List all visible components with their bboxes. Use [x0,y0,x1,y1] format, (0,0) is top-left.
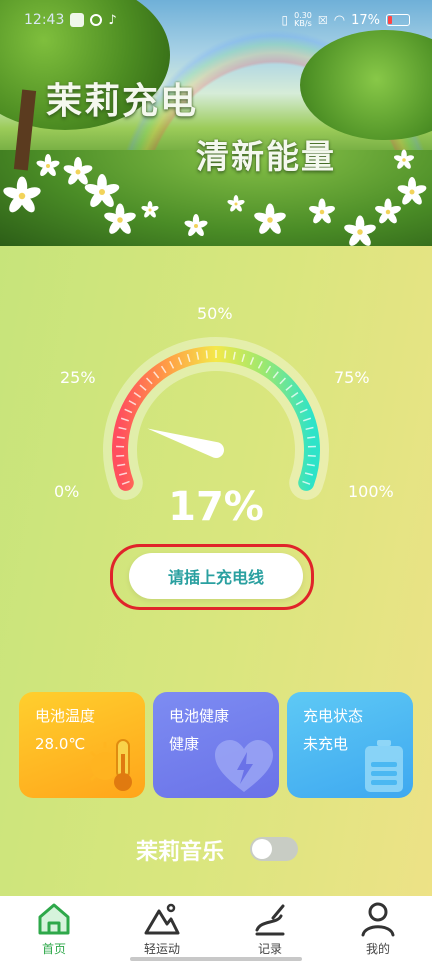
home-indicator [130,957,302,961]
signal-icon [90,14,103,26]
card-title: 电池温度 [35,707,96,725]
pen-record-icon [255,904,285,936]
gauge-label-25: 25% [60,368,96,387]
battery-percent: 17% [168,484,264,530]
nav-label: 首页 [41,942,66,956]
card-charging-status[interactable]: 充电状态 未充电 [287,692,413,798]
gauge-tick [224,350,227,359]
gauge-label-50: 50% [197,304,233,323]
status-left: 12:43 ♪ [24,12,117,28]
battery-icon [386,14,410,26]
nav-label: 我的 [365,942,390,956]
gauge-label-75: 75% [334,368,370,387]
net-speed-unit: KB/s [294,19,312,28]
user-icon [361,902,395,937]
card-title: 充电状态 [303,707,364,725]
wifi-icon: ◠ [333,12,346,28]
music-label: 茉莉音乐 [136,840,225,865]
nav-item-light-exercise[interactable]: 轻运动 [122,900,202,957]
bottom-navigation: 首页 轻运动 记录 我的 [0,896,432,964]
home-icon [38,903,70,935]
mountain-icon [144,903,180,935]
card-battery-health[interactable]: 电池健康 健康 [153,692,279,798]
notification-icon [70,13,85,27]
card-title: 电池健康 [169,707,230,725]
gauge-arc [112,346,320,491]
banner-title: 茉莉充电 [46,81,199,122]
music-toggle-knob [252,839,272,859]
status-time: 12:43 [24,12,65,28]
status-bar: 12:43 ♪ ▯ 0.30 KB/s ☒ ◠ 17% [0,0,432,40]
nav-label: 轻运动 [143,942,180,956]
status-right: ▯ 0.30 KB/s ☒ ◠ 17% [281,12,410,28]
gauge-tick [205,350,208,359]
battery-icon [365,740,403,792]
gauge-needle [147,428,224,458]
music-toggle[interactable] [250,837,298,861]
gauge-tick [116,436,125,439]
net-speed: 0.30 KB/s [294,12,312,28]
nav-label: 记录 [257,942,282,956]
highlight-annotation [110,544,314,610]
nav-item-records[interactable]: 记录 [230,900,310,957]
nav-item-home[interactable]: 首页 [14,900,94,957]
battery-text: 17% [351,12,380,28]
card-battery-temperature[interactable]: 电池温度 28.0℃ [19,692,145,798]
sim-icon: ☒ [317,13,328,27]
banner-subtitle: 清新能量 [196,137,336,176]
vibrate-icon: ▯ [281,13,289,27]
heart-bolt-icon [215,740,273,792]
nav-item-mine[interactable]: 我的 [338,900,418,957]
thermometer-sun-icon [85,739,132,791]
gauge-tick [307,436,316,439]
tiktok-icon: ♪ [108,12,117,28]
